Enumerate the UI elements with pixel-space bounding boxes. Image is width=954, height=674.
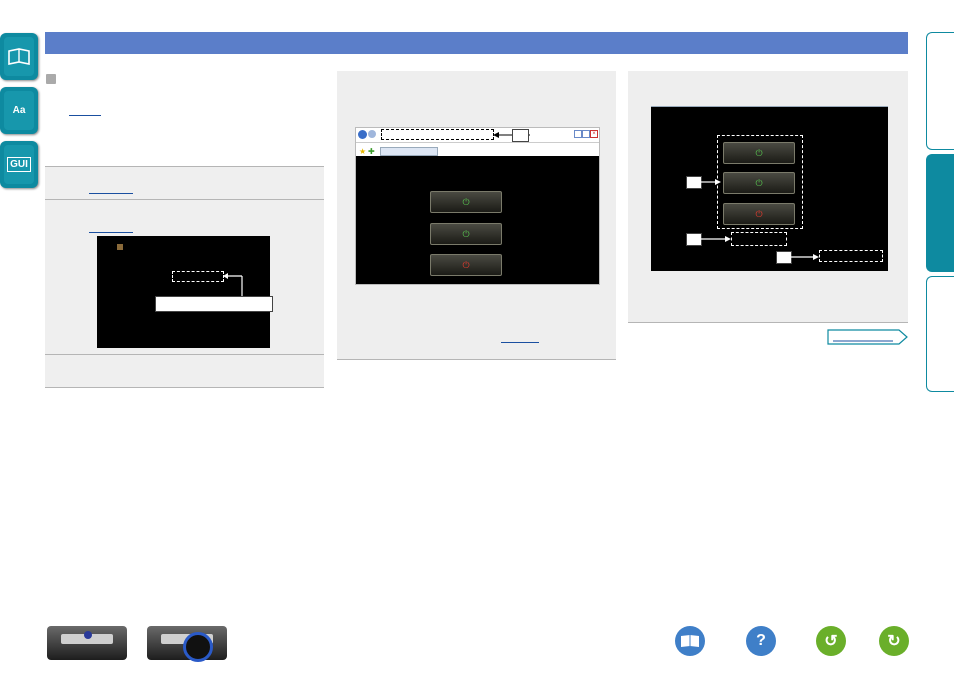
ip-address-highlight xyxy=(172,271,224,282)
setting-link-highlight xyxy=(731,232,787,246)
pencil-icon xyxy=(46,74,56,84)
index-tab[interactable]: Aa xyxy=(0,87,38,134)
forward-icon[interactable]: ↻ xyxy=(879,626,909,656)
zone-button-3[interactable]: ⏻ xyxy=(723,203,795,225)
ip-address-label xyxy=(155,296,273,312)
right-tab-top[interactable] xyxy=(926,32,954,150)
address-bar[interactable] xyxy=(381,129,494,140)
refresh-icon[interactable] xyxy=(582,130,590,138)
back-icon[interactable] xyxy=(358,130,367,139)
power-icon: ⏻ xyxy=(755,147,763,158)
reference-link-4[interactable] xyxy=(501,342,539,343)
browser-tab[interactable] xyxy=(380,147,438,156)
contents-icon xyxy=(4,37,34,76)
info-link-highlight xyxy=(819,250,883,262)
contents-tab[interactable] xyxy=(0,33,38,80)
step-1 xyxy=(45,167,324,199)
forward-glyph: ↻ xyxy=(887,633,901,650)
gui-tab-label: GUI xyxy=(7,157,31,172)
right-tab-active[interactable] xyxy=(926,154,954,272)
step-3 xyxy=(45,355,324,387)
browser-window: × ★ ✚ ⏻ ⏻ ⏻ xyxy=(355,127,600,285)
next-page-arrow-icon[interactable] xyxy=(827,329,909,345)
web-control-screen: ⏻ ⏻ ⏻ xyxy=(356,156,599,284)
front-panel-knob xyxy=(84,631,92,639)
index-tab-label: Aa xyxy=(12,105,26,116)
reference-link-1[interactable] xyxy=(69,115,101,116)
index-icon: Aa xyxy=(4,91,34,130)
power-icon: ⏻ xyxy=(755,208,763,219)
divider xyxy=(628,322,908,323)
divider xyxy=(337,359,616,360)
favorites-icon[interactable]: ★ xyxy=(359,147,366,156)
help-icon[interactable]: ? xyxy=(746,626,776,656)
callout-label xyxy=(512,129,529,142)
power-icon: ⏻ xyxy=(462,228,470,239)
power-icon: ⏻ xyxy=(755,177,763,188)
toolbar-divider xyxy=(356,142,599,143)
remote-control-icon[interactable] xyxy=(147,626,227,662)
back-glyph: ↺ xyxy=(824,633,838,650)
power-icon: ⏻ xyxy=(462,259,470,270)
zone-button-1[interactable]: ⏻ xyxy=(723,142,795,164)
power-on-button-1[interactable]: ⏻ xyxy=(430,191,502,213)
right-tab-bottom[interactable] xyxy=(926,276,954,392)
forward-icon[interactable] xyxy=(368,130,376,138)
help-glyph: ? xyxy=(756,632,766,649)
power-icon: ⏻ xyxy=(462,196,470,207)
arrow-icon xyxy=(790,254,819,260)
divider xyxy=(45,387,324,388)
arrow-icon xyxy=(700,236,731,242)
reference-link-3[interactable] xyxy=(89,232,133,233)
power-off-button[interactable]: ⏻ xyxy=(430,254,502,276)
back-icon[interactable]: ↺ xyxy=(816,626,846,656)
arrow-icon xyxy=(700,179,721,185)
gui-icon: GUI xyxy=(4,145,34,184)
front-panel-icon[interactable] xyxy=(47,626,127,660)
arrow-icon xyxy=(223,273,243,296)
power-on-button-2[interactable]: ⏻ xyxy=(430,223,502,245)
reference-link-2[interactable] xyxy=(89,193,133,194)
add-favorite-icon[interactable]: ✚ xyxy=(368,147,375,156)
go-icon[interactable] xyxy=(574,130,582,138)
section-header-bar xyxy=(45,32,908,54)
book-icon[interactable] xyxy=(675,626,705,656)
menu-icon xyxy=(117,244,123,250)
zone-button-2[interactable]: ⏻ xyxy=(723,172,795,194)
gui-tab[interactable]: GUI xyxy=(0,141,38,188)
remote-dial xyxy=(183,632,213,662)
network-info-screen xyxy=(97,236,270,348)
stop-icon[interactable]: × xyxy=(590,130,598,138)
